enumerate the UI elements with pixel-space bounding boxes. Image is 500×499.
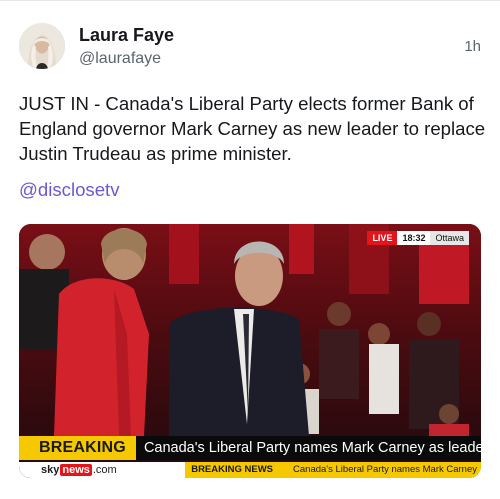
avatar[interactable]: [19, 23, 65, 69]
breaking-news-label: BREAKING NEWS: [19, 436, 136, 478]
logo-dotcom: .com: [92, 464, 117, 476]
timestamp[interactable]: 1h: [464, 38, 481, 55]
live-time: 18:32: [397, 231, 431, 245]
ticker-spacer: [116, 462, 186, 478]
news-ticker: sky news .com BREAKING NEWS Canada's Lib…: [19, 462, 481, 478]
video-media[interactable]: LIVE 18:32 Ottawa BREAKING NEWS Canada's…: [19, 224, 481, 478]
tweet-text: JUST IN - Canada's Liberal Party elects …: [19, 93, 486, 164]
user-handle[interactable]: @laurafaye: [79, 50, 161, 68]
logo-news: news: [60, 464, 92, 476]
tweet-card: Laura Faye @laurafaye 1h JUST IN - Canad…: [0, 0, 500, 499]
breaking-news-banner: BREAKING NEWS Canada's Liberal Party nam…: [19, 436, 481, 478]
live-label: LIVE: [367, 231, 398, 245]
sky-news-logo: sky news .com: [19, 462, 117, 478]
ticker-label: BREAKING NEWS: [185, 462, 280, 478]
display-name[interactable]: Laura Faye: [79, 25, 174, 46]
live-location: Ottawa: [430, 231, 469, 245]
ticker-text: Canada's Liberal Party names Mark Carney: [279, 462, 481, 478]
logo-sky: sky: [41, 464, 60, 476]
breaking-news-headline: Canada's Liberal Party names Mark Carney…: [135, 436, 481, 460]
live-indicator: LIVE 18:32 Ottawa: [367, 231, 469, 245]
avatar-photo-icon: [19, 23, 65, 69]
mention-link[interactable]: @disclosetv: [19, 179, 120, 201]
